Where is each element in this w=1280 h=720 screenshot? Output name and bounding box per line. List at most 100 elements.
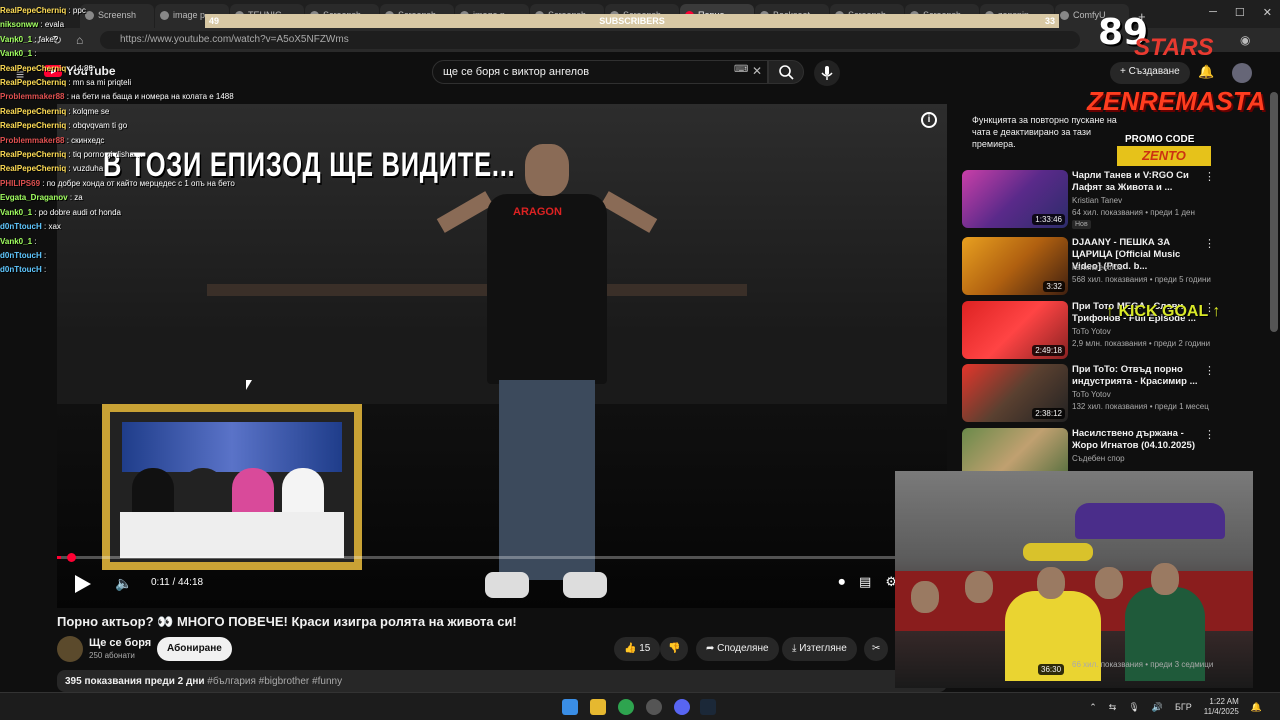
more-options-icon[interactable]: ⋮ <box>1204 428 1215 441</box>
recommendation-channel[interactable]: Съдебен спор <box>1072 454 1125 463</box>
discord-icon[interactable] <box>674 699 690 715</box>
recommendation-item[interactable]: 3:32 DJAANY - ПЕШКА ЗА ЦАРИЦА [Official M… <box>962 237 1217 295</box>
chrome-icon[interactable] <box>618 699 634 715</box>
download-button[interactable]: ⤓ Изтегляне <box>782 637 857 661</box>
share-button[interactable]: ➦ Споделяне <box>696 637 779 661</box>
recommendation-meta: 2,9 млн. показвания • преди 2 години <box>1072 339 1211 348</box>
close-icon[interactable]: ✕ <box>1263 6 1272 19</box>
download-icon: ⤓ <box>792 643 797 654</box>
volume-tray-icon[interactable]: 🔊 <box>1152 702 1163 713</box>
recommendation-channel[interactable]: kartelarecords <box>1072 263 1123 272</box>
video-controls-right: ⏺ ▤ ⚙ <box>839 574 897 590</box>
mic-tray-icon[interactable]: 🎙 <box>1128 702 1139 713</box>
recommendation-item[interactable]: 1:33:46 Чарли Танев и V:RGO Си Лафят за Ж… <box>962 170 1217 229</box>
chat-text: po dobre audi ot honda <box>38 207 121 217</box>
chat-message: d0nTtoucH : xax <box>0 222 61 232</box>
chat-username: Evgata_Draganov <box>0 193 68 203</box>
chat-message: RealPepeCherniq : kolqme se <box>0 106 110 116</box>
recommendation-title[interactable]: Насилствено държана - Жоро Игнатов (04.1… <box>1072 428 1202 452</box>
steam-icon[interactable] <box>700 699 716 715</box>
chat-text: mn sa mi priqteli <box>72 78 132 88</box>
minimize-icon[interactable]: ─ <box>1209 6 1217 19</box>
chat-text: ppc <box>72 6 86 15</box>
autoplay-toggle-icon[interactable]: ⏺ <box>839 574 846 590</box>
voice-search-button[interactable] <box>814 60 840 86</box>
play-icon[interactable] <box>75 575 91 593</box>
recommendation-duration: 3:32 <box>1043 281 1065 292</box>
chat-username: RealPepeCherniq <box>0 106 67 116</box>
kick-goal-label: ↑ KICK GOAL ↑ <box>1106 303 1221 320</box>
thumbs-up-icon: 👍 <box>624 643 637 654</box>
recommendation-item[interactable]: 2:38:12 При ToTo: Отвъд порно индустрията… <box>962 364 1217 422</box>
subscribe-button[interactable]: Абониране <box>157 637 232 661</box>
scissors-icon: ✂ <box>872 643 881 654</box>
volume-icon[interactable]: 🔈 <box>115 575 132 592</box>
chat-username: RealPepeCherniq <box>0 150 67 160</box>
search-button[interactable] <box>768 60 804 84</box>
chat-username: RealPepeCherniq <box>0 121 67 131</box>
maximize-icon[interactable]: ☐ <box>1235 6 1245 19</box>
tray-chevron-icon[interactable]: ⌃ <box>1089 702 1097 713</box>
recommendation-thumbnail[interactable]: 2:38:12 <box>962 364 1068 422</box>
chat-message: RealPepeCherniq : vuzduha <box>0 164 104 174</box>
mouse-cursor-icon <box>246 380 252 390</box>
network-icon[interactable]: ⇆ <box>1109 702 1117 713</box>
more-options-icon[interactable]: ⋮ <box>1204 364 1215 377</box>
more-options-icon[interactable]: ⋮ <box>1204 237 1215 250</box>
info-icon[interactable]: i <box>921 112 937 128</box>
chat-message: RealPepeCherniq : tiq porno gi disha.... <box>0 150 143 160</box>
subscribers-label: SUBSCRIBERS <box>599 16 665 26</box>
screen: Screenshimage pTEHNICScreenshScreenshima… <box>0 0 1280 720</box>
chat-username: PHILIPS69 <box>0 178 41 188</box>
video-scrubber-handle[interactable] <box>66 553 76 562</box>
chat-username: RealPepeCherniq <box>0 164 67 174</box>
subtitles-icon[interactable]: ▤ <box>859 574 871 590</box>
last-recommendation-meta: 66 хил. показвания • преди 3 седмици <box>1072 660 1214 669</box>
start-icon[interactable] <box>562 699 578 715</box>
chat-text: evala <box>44 20 65 30</box>
recommendation-channel[interactable]: Kristian Tanev <box>1072 196 1122 205</box>
file-explorer-icon[interactable] <box>590 699 606 715</box>
search-input[interactable]: ще се боря с виктор ангелов <box>432 60 768 84</box>
recommendation-channel[interactable]: ToTo Yotov <box>1072 390 1111 399</box>
extension-icon[interactable]: ◉ <box>1240 33 1250 47</box>
recommendation-title[interactable]: При ToTo: Отвъд порно индустрията - Крас… <box>1072 364 1202 388</box>
video-progress-bar[interactable] <box>57 553 947 562</box>
microphone-icon <box>821 66 833 80</box>
account-avatar[interactable] <box>1232 63 1252 83</box>
recommendation-title[interactable]: Чарли Танев и V:RGO Си Лафят за Живота и… <box>1072 170 1202 194</box>
channel-subscribers: 250 абонати <box>89 651 135 660</box>
chat-text: kolqme se <box>72 106 110 116</box>
recommendation-thumbnail[interactable]: 3:32 <box>962 237 1068 295</box>
chat-text: fake? <box>38 34 59 44</box>
more-options-icon[interactable]: ⋮ <box>1204 170 1215 183</box>
recommendation-thumbnail[interactable]: 2:49:18 <box>962 301 1068 359</box>
keyboard-icon[interactable]: ⌨ <box>734 64 748 75</box>
chat-username: Vank0_1 <box>0 207 33 217</box>
app-icon[interactable] <box>646 699 662 715</box>
chat-message: Evgata_Draganov : za <box>0 193 83 203</box>
clear-search-icon[interactable]: ✕ <box>752 64 762 78</box>
recommendation-duration: 2:49:18 <box>1032 345 1065 356</box>
clock-time: 1:22 AM <box>1209 697 1239 706</box>
recommendation-meta: 132 хил. показвания • преди 1 месец <box>1072 402 1209 411</box>
language-indicator[interactable]: БГР <box>1175 702 1192 712</box>
chat-username: Vank0_1 <box>0 236 33 246</box>
create-button[interactable]: + Създаване <box>1110 62 1190 84</box>
chat-message: Vank0_1 : <box>0 49 37 59</box>
dislike-button[interactable]: 👎 <box>660 637 689 661</box>
clock[interactable]: 1:22 AM 11/4/2025 <box>1204 697 1239 717</box>
channel-avatar[interactable] <box>57 636 83 662</box>
chat-username: d0nTtoucH <box>0 222 42 232</box>
notifications-bell-icon[interactable]: 🔔 <box>1198 64 1214 80</box>
description-box[interactable]: 395 показвания преди 2 дни #българия #bi… <box>57 670 947 692</box>
url-field[interactable]: https://www.youtube.com/watch?v=A5oX5NFZ… <box>100 31 1080 49</box>
clip-button[interactable]: ✂ <box>864 637 889 661</box>
page-scrollbar[interactable] <box>1270 92 1278 332</box>
like-button[interactable]: 👍 15 <box>614 637 661 661</box>
thumbs-down-icon: 👎 <box>668 643 681 654</box>
recommendation-thumbnail[interactable]: 1:33:46 <box>962 170 1068 228</box>
channel-name[interactable]: Ще се боря <box>89 637 151 649</box>
recommendation-channel[interactable]: ToTo Yotov <box>1072 327 1111 336</box>
notification-icon[interactable]: 🔔 <box>1251 702 1262 713</box>
